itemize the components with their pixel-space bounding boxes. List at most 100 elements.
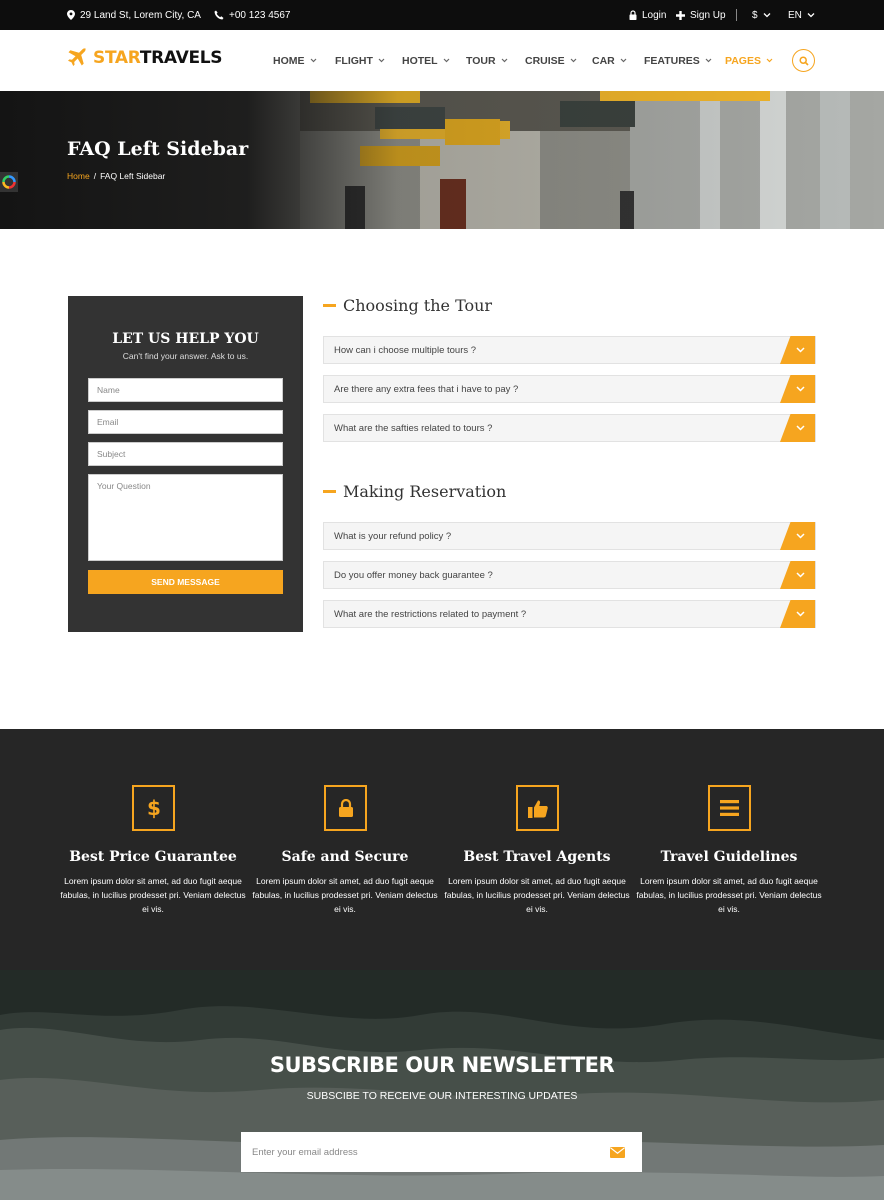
feature-icon-box [324, 785, 367, 831]
faq-section-title: Choosing the Tour [343, 296, 493, 315]
nav-label: HOME [273, 54, 305, 67]
svg-text:$: $ [147, 797, 161, 819]
nav-label: PAGES [725, 54, 761, 67]
nav-tour[interactable]: TOUR [466, 30, 508, 91]
color-switcher-toggle[interactable] [0, 172, 18, 192]
faq-item[interactable]: What is your refund policy ? [323, 522, 816, 550]
chevron-down-icon [807, 12, 815, 18]
faq-item[interactable]: What are the restrictions related to pay… [323, 600, 816, 628]
nav-car[interactable]: CAR [592, 30, 627, 91]
feature-icon-box [708, 785, 751, 831]
language-label: EN [788, 9, 802, 21]
logo-text: STARTRAVELS [93, 48, 223, 68]
language-dropdown[interactable]: EN [788, 0, 815, 30]
login-label: Login [642, 9, 667, 21]
nav-home[interactable]: HOME [273, 30, 317, 91]
faq-item[interactable]: How can i choose multiple tours ? [323, 336, 816, 364]
breadcrumb: Home / FAQ Left Sidebar [67, 171, 165, 181]
chevron-down-icon [570, 58, 577, 63]
main-header: STARTRAVELS HOME FLIGHT HOTEL TOUR CRUIS… [0, 30, 884, 91]
faq-section-heading: Choosing the Tour [323, 296, 492, 315]
map-pin-icon [67, 10, 75, 20]
chevron-down-icon [796, 425, 805, 431]
faq-item[interactable]: Do you offer money back guarantee ? [323, 561, 816, 589]
faq-expand-toggle[interactable] [780, 522, 815, 550]
faq-question: What are the restrictions related to pay… [334, 608, 527, 620]
breadcrumb-home-link[interactable]: Home [67, 171, 90, 181]
address-text: 29 Land St, Lorem City, CA [80, 9, 201, 21]
nav-label: CRUISE [525, 54, 565, 67]
newsletter-submit-button[interactable] [608, 1144, 626, 1160]
topbar-divider [736, 9, 737, 21]
chevron-down-icon [443, 58, 450, 63]
page-banner: FAQ Left Sidebar Home / FAQ Left Sidebar [0, 91, 884, 229]
nav-label: FEATURES [644, 54, 700, 67]
feature-title: Best Price Guarantee [69, 849, 237, 865]
phone-text: +00 123 4567 [229, 9, 291, 21]
signup-link[interactable]: Sign Up [676, 0, 726, 30]
feature-text: Lorem ipsum dolor sit amet, ad duo fugit… [60, 876, 246, 914]
faq-item[interactable]: What are the safties related to tours ? [323, 414, 816, 442]
chevron-down-icon [796, 572, 805, 578]
feature-icon-box: $ [132, 785, 175, 831]
lock-icon [338, 799, 354, 817]
dollar-icon: $ [147, 797, 161, 819]
feature-text: Lorem ipsum dolor sit amet, ad duo fugit… [252, 876, 438, 914]
breadcrumb-current: FAQ Left Sidebar [100, 171, 166, 181]
feature-title: Best Travel Agents [463, 849, 611, 865]
nav-pages[interactable]: PAGES [725, 30, 773, 91]
breadcrumb-separator: / [93, 171, 97, 181]
nav-hotel[interactable]: HOTEL [402, 30, 450, 91]
features-section: $ Best Price Guarantee Lorem ipsum dolor… [0, 729, 884, 970]
envelope-icon [609, 1146, 625, 1158]
faq-expand-toggle[interactable] [780, 375, 815, 403]
chevron-down-icon [796, 611, 805, 617]
chevron-down-icon [796, 533, 805, 539]
feature-icon-box [516, 785, 559, 831]
faq-expand-toggle[interactable] [780, 414, 815, 442]
chevron-down-icon [378, 58, 385, 63]
feature-title: Safe and Secure [281, 849, 409, 865]
nav-label: CAR [592, 54, 615, 67]
chevron-down-icon [796, 347, 805, 353]
site-logo[interactable]: STARTRAVELS [67, 48, 223, 68]
email-field[interactable] [88, 410, 283, 434]
faq-question: Are there any extra fees that i have to … [334, 383, 519, 395]
chevron-down-icon [705, 58, 712, 63]
faq-expand-toggle[interactable] [780, 600, 815, 628]
chevron-down-icon [763, 12, 771, 18]
send-message-button[interactable]: SEND MESSAGE [88, 570, 283, 594]
nav-features[interactable]: FEATURES [644, 30, 712, 91]
feature-text: Lorem ipsum dolor sit amet, ad duo fugit… [444, 876, 630, 914]
signup-label: Sign Up [690, 9, 726, 21]
phone-icon [214, 10, 224, 20]
chevron-down-icon [310, 58, 317, 63]
faq-expand-toggle[interactable] [780, 336, 815, 364]
newsletter-subtitle: SUBSCIBE TO RECEIVE OUR INTERESTING UPDA… [306, 1090, 578, 1102]
help-subtitle: Can't find your answer. Ask to us. [122, 351, 249, 361]
currency-dropdown[interactable]: $ [752, 0, 771, 30]
search-button[interactable] [792, 49, 815, 72]
name-field[interactable] [88, 378, 283, 402]
heading-accent-dash [323, 490, 336, 493]
newsletter-email-input[interactable] [241, 1132, 591, 1172]
newsletter-title: SUBSCRIBE OUR NEWSLETTER [269, 1053, 615, 1077]
nav-cruise[interactable]: CRUISE [525, 30, 577, 91]
login-link[interactable]: Login [629, 0, 666, 30]
feature-text: Lorem ipsum dolor sit amet, ad duo fugit… [636, 876, 822, 914]
faq-item[interactable]: Are there any extra fees that i have to … [323, 375, 816, 403]
color-wheel-icon [2, 175, 16, 189]
question-textarea[interactable] [88, 474, 283, 561]
faq-section-title: Making Reservation [343, 482, 507, 501]
menu-lines-icon [720, 800, 739, 816]
phone-info: +00 123 4567 [214, 0, 290, 30]
lock-icon [629, 10, 637, 20]
subject-field[interactable] [88, 442, 283, 466]
faq-question: What are the safties related to tours ? [334, 422, 493, 434]
faq-expand-toggle[interactable] [780, 561, 815, 589]
thumbs-up-icon [527, 799, 548, 818]
newsletter-section: SUBSCRIBE OUR NEWSLETTER SUBSCIBE TO REC… [0, 970, 884, 1200]
nav-flight[interactable]: FLIGHT [335, 30, 385, 91]
faq-section-heading: Making Reservation [323, 482, 506, 501]
chevron-down-icon [766, 58, 773, 63]
